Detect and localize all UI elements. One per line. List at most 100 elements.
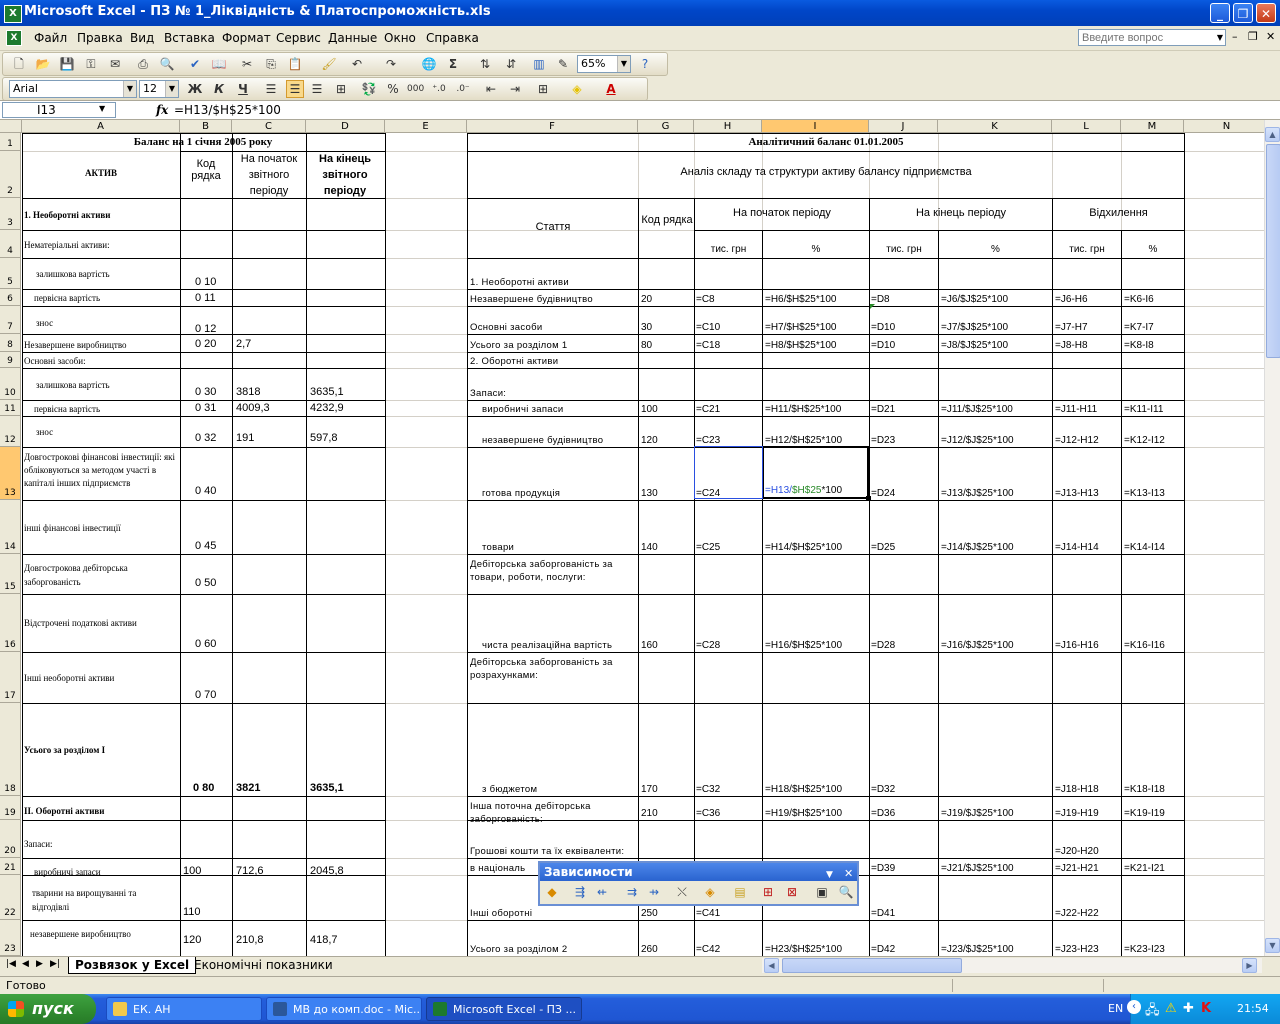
align-left-icon[interactable]: ☰: [263, 81, 279, 97]
help-question-input[interactable]: [1078, 29, 1226, 46]
menu-view[interactable]: Вид: [130, 31, 154, 45]
column-header-n[interactable]: N: [1184, 120, 1264, 133]
menu-edit[interactable]: Правка: [77, 31, 123, 45]
increase-decimal-icon[interactable]: ⁺.0: [431, 81, 447, 97]
menu-tools[interactable]: Сервис: [276, 31, 321, 45]
tray-expand-icon[interactable]: ‹: [1127, 1000, 1141, 1014]
drawing-icon[interactable]: ✎: [555, 56, 571, 72]
doc-close-button[interactable]: ✕: [1266, 30, 1275, 43]
align-center-icon[interactable]: ☰: [286, 80, 304, 98]
decrease-decimal-icon[interactable]: .0⁻: [455, 81, 471, 97]
copy-icon[interactable]: ⎘: [263, 56, 279, 72]
document-icon[interactable]: X: [6, 30, 22, 46]
prev-sheet-icon[interactable]: ◀: [22, 959, 29, 969]
dependencies-toolbar[interactable]: Зависимости ▼ ✕ ◆ ⇶ ⇷ ⇉ ⇸ ⤬ ◈ ▤ ⊞ ⊠ ▣ 🔍: [538, 861, 859, 906]
row-header-7[interactable]: 7: [0, 306, 21, 334]
format-painter-icon[interactable]: 🖌: [321, 56, 337, 72]
scroll-thumb[interactable]: [1266, 144, 1280, 358]
fill-handle[interactable]: [866, 496, 871, 501]
row-header-4[interactable]: 4: [0, 230, 21, 258]
first-sheet-icon[interactable]: |◀: [6, 959, 16, 969]
row-header-16[interactable]: 16: [0, 594, 21, 652]
network-icon[interactable]: 🖧: [1145, 1001, 1160, 1023]
remove-dependent-arrows-icon[interactable]: ⇸: [646, 884, 662, 900]
select-all-corner[interactable]: [0, 120, 22, 133]
scroll-down-icon[interactable]: ▼: [1265, 938, 1280, 953]
percent-icon[interactable]: %: [385, 81, 401, 97]
doc-minimize-button[interactable]: –: [1232, 30, 1238, 43]
hyperlink-icon[interactable]: 🌐: [421, 56, 437, 72]
help-dropdown-icon[interactable]: ▼: [1214, 30, 1226, 45]
permission-icon[interactable]: ⚿: [83, 56, 99, 72]
trace-precedents-icon[interactable]: ⇶: [572, 884, 588, 900]
currency-icon[interactable]: 💱: [361, 81, 377, 97]
row-header-22[interactable]: 22: [0, 875, 21, 920]
print-icon[interactable]: ⎙: [135, 56, 151, 72]
maximize-button[interactable]: ❐: [1233, 3, 1253, 23]
scroll-up-icon[interactable]: ▲: [1265, 127, 1280, 142]
chevron-down-icon[interactable]: ▼: [99, 104, 105, 113]
menu-format[interactable]: Формат: [222, 31, 271, 45]
warning-icon[interactable]: ⚠: [1165, 1001, 1177, 1016]
new-comment-icon[interactable]: ▤: [732, 884, 748, 900]
save-icon[interactable]: 💾: [59, 56, 75, 72]
font-name-select[interactable]: Arial ▼: [9, 80, 137, 98]
zoom-select[interactable]: 65% ▼: [577, 55, 631, 73]
underline-button[interactable]: Ч: [235, 81, 251, 97]
chart-wizard-icon[interactable]: ▥: [531, 56, 547, 72]
column-header-g[interactable]: G: [638, 120, 694, 133]
column-header-l[interactable]: L: [1052, 120, 1121, 133]
excel-app-icon[interactable]: X: [4, 5, 22, 23]
security-icon[interactable]: ✚: [1183, 1001, 1194, 1016]
column-header-f[interactable]: F: [467, 120, 638, 133]
formula-input[interactable]: =H13/$H$25*100: [174, 103, 281, 117]
watch-window-icon[interactable]: ▣: [814, 884, 830, 900]
fill-color-icon[interactable]: ◈: [569, 81, 585, 97]
cut-icon[interactable]: ✂: [239, 56, 255, 72]
column-header-h[interactable]: H: [694, 120, 762, 133]
remove-precedent-arrows-icon[interactable]: ⇷: [594, 884, 610, 900]
toolbar-close-icon[interactable]: ✕: [844, 865, 853, 883]
next-sheet-icon[interactable]: ▶: [36, 959, 43, 969]
print-preview-icon[interactable]: 🔍: [159, 56, 175, 72]
circle-invalid-icon[interactable]: ⊞: [760, 884, 776, 900]
bold-button[interactable]: Ж: [187, 81, 203, 97]
row-header-1[interactable]: 1: [0, 133, 21, 151]
row-header-15[interactable]: 15: [0, 554, 21, 594]
italic-button[interactable]: К: [211, 81, 227, 97]
sheet-tab-economic[interactable]: Економічні показники: [188, 957, 339, 973]
toolbar-options-icon[interactable]: ▼: [826, 866, 833, 884]
comma-style-icon[interactable]: 000: [407, 81, 424, 97]
row-header-17[interactable]: 17: [0, 652, 21, 703]
font-size-select[interactable]: 12 ▼: [139, 80, 179, 98]
column-header-j[interactable]: J: [869, 120, 938, 133]
column-header-e[interactable]: E: [385, 120, 467, 133]
error-check-icon[interactable]: ◆: [544, 884, 560, 900]
new-icon[interactable]: 🗋: [11, 56, 27, 72]
antivirus-icon[interactable]: K: [1201, 1001, 1211, 1016]
help-icon[interactable]: ?: [637, 56, 653, 72]
row-header-19[interactable]: 19: [0, 796, 21, 820]
undo-icon[interactable]: ↶: [349, 56, 365, 72]
remove-all-arrows-icon[interactable]: ⤬: [674, 884, 690, 900]
sort-ascending-icon[interactable]: ⇅: [477, 56, 493, 72]
task-folder[interactable]: ЕК. АН: [106, 997, 262, 1021]
clear-validation-icon[interactable]: ⊠: [784, 884, 800, 900]
research-icon[interactable]: 📖: [211, 56, 227, 72]
redo-icon[interactable]: ↷: [383, 56, 399, 72]
trace-dependents-icon[interactable]: ⇉: [624, 884, 640, 900]
row-header-11[interactable]: 11: [0, 400, 21, 416]
row-header-9[interactable]: 9: [0, 352, 21, 368]
sheet-tab-active[interactable]: Розвязок у Excel: [68, 957, 197, 974]
decrease-indent-icon[interactable]: ⇤: [483, 81, 499, 97]
evaluate-formula-icon[interactable]: 🔍: [838, 884, 854, 900]
row-header-13[interactable]: 13: [0, 447, 21, 500]
last-sheet-icon[interactable]: ▶|: [50, 959, 60, 969]
sort-descending-icon[interactable]: ⇵: [503, 56, 519, 72]
row-header-5[interactable]: 5: [0, 258, 21, 289]
row-header-14[interactable]: 14: [0, 500, 21, 554]
language-indicator[interactable]: EN: [1108, 1002, 1123, 1015]
hscroll-thumb[interactable]: [782, 958, 962, 973]
scroll-right-icon[interactable]: ▶: [1242, 958, 1257, 973]
row-header-8[interactable]: 8: [0, 334, 21, 352]
